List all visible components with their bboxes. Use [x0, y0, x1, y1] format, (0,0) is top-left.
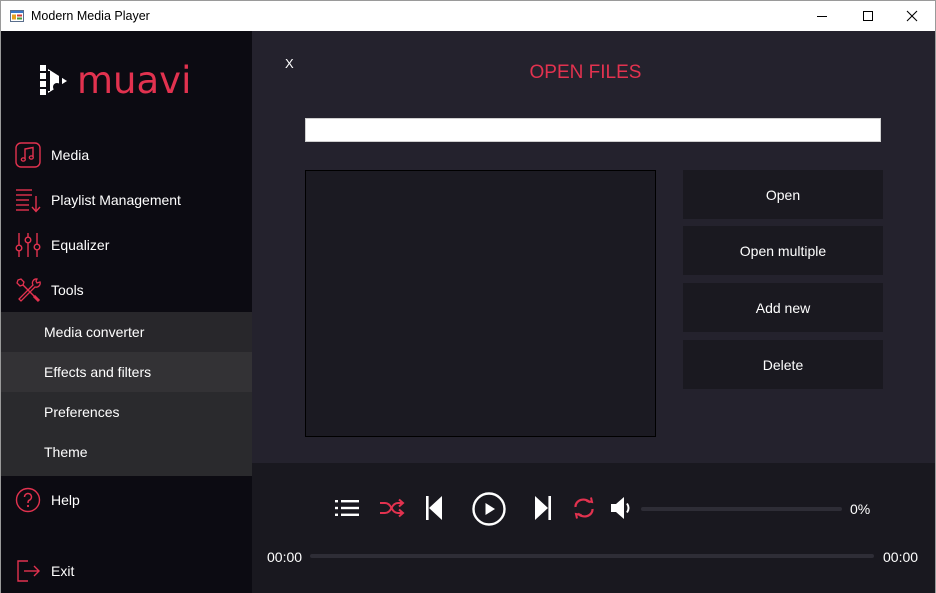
shuffle-button[interactable] [378, 496, 406, 520]
playlist-icon [15, 187, 41, 213]
sidebar-item-exit[interactable]: Exit [1, 548, 252, 593]
open-button[interactable]: Open [683, 170, 883, 219]
sidebar-item-label: Media [51, 146, 90, 163]
tools-icon [15, 277, 41, 303]
open-multiple-button[interactable]: Open multiple [683, 226, 883, 275]
title-bar: Modern Media Player [1, 1, 935, 31]
time-elapsed: 00:00 [267, 549, 303, 565]
maximize-icon [863, 11, 873, 21]
logo-icon [40, 65, 67, 95]
playlist-toggle-button[interactable] [333, 496, 361, 520]
app-icon [10, 9, 24, 23]
sidebar-item-label: Help [51, 491, 80, 508]
submenu-item-theme[interactable]: Theme [1, 432, 252, 472]
submenu-item-label: Effects and filters [44, 364, 152, 380]
delete-button[interactable]: Delete [683, 340, 883, 389]
minimize-icon [817, 16, 827, 17]
open-files-panel: X OPEN FILES Open Open multiple Add new … [252, 31, 935, 463]
previous-icon [426, 496, 442, 520]
submenu-item-media-converter[interactable]: Media converter [1, 312, 252, 352]
repeat-button[interactable] [571, 496, 597, 520]
sidebar: muavi Media Playlist Management Equalize… [1, 31, 252, 593]
exit-icon [15, 558, 41, 584]
shuffle-icon [380, 498, 405, 518]
play-icon [472, 492, 506, 526]
close-icon [906, 10, 918, 22]
time-total: 00:00 [883, 549, 919, 565]
volume-button[interactable] [609, 495, 637, 521]
submenu-item-effects-and-filters[interactable]: Effects and filters [1, 352, 252, 392]
window-title: Modern Media Player [31, 9, 150, 23]
submenu-item-label: Media converter [44, 324, 145, 340]
close-window-button[interactable] [889, 1, 935, 31]
volume-percent: 0% [850, 501, 871, 517]
seek-bar[interactable] [310, 554, 874, 558]
sidebar-item-equalizer[interactable]: Equalizer [1, 222, 252, 267]
tools-submenu: Media converter Effects and filters Pref… [1, 312, 252, 476]
repeat-icon [574, 497, 594, 519]
previous-button[interactable] [422, 494, 446, 522]
logo: muavi [37, 61, 191, 101]
logo-text: muavi [77, 59, 192, 102]
sidebar-item-label: Tools [51, 281, 84, 298]
sidebar-item-label: Playlist Management [51, 191, 181, 208]
equalizer-icon [15, 232, 41, 258]
path-input[interactable] [305, 118, 881, 142]
sidebar-item-media[interactable]: Media [1, 132, 252, 177]
maximize-button[interactable] [845, 1, 891, 31]
sidebar-item-label: Exit [51, 562, 75, 579]
next-button[interactable] [531, 494, 555, 522]
sidebar-item-tools[interactable]: Tools [1, 267, 252, 312]
volume-icon [611, 497, 630, 519]
music-note-icon [15, 141, 41, 168]
submenu-item-preferences[interactable]: Preferences [1, 392, 252, 432]
list-icon [335, 500, 359, 516]
next-icon [535, 496, 551, 520]
volume-slider[interactable] [641, 507, 842, 511]
file-list[interactable] [305, 170, 656, 437]
page-title: OPEN FILES [252, 62, 935, 84]
minimize-button[interactable] [799, 1, 845, 31]
help-icon [15, 487, 41, 513]
app-window: Modern Media Player muavi Media Playlist… [0, 0, 936, 593]
sidebar-item-playlist-management[interactable]: Playlist Management [1, 177, 252, 222]
player-bar: 0% 00:00 00:00 [252, 463, 935, 593]
submenu-item-label: Preferences [44, 404, 120, 420]
add-new-button[interactable]: Add new [683, 283, 883, 332]
sidebar-item-label: Equalizer [51, 236, 110, 253]
play-button[interactable] [471, 491, 507, 527]
page-title-text: OPEN FILES [529, 62, 642, 83]
submenu-item-label: Theme [44, 444, 88, 460]
sidebar-item-help[interactable]: Help [1, 477, 252, 522]
